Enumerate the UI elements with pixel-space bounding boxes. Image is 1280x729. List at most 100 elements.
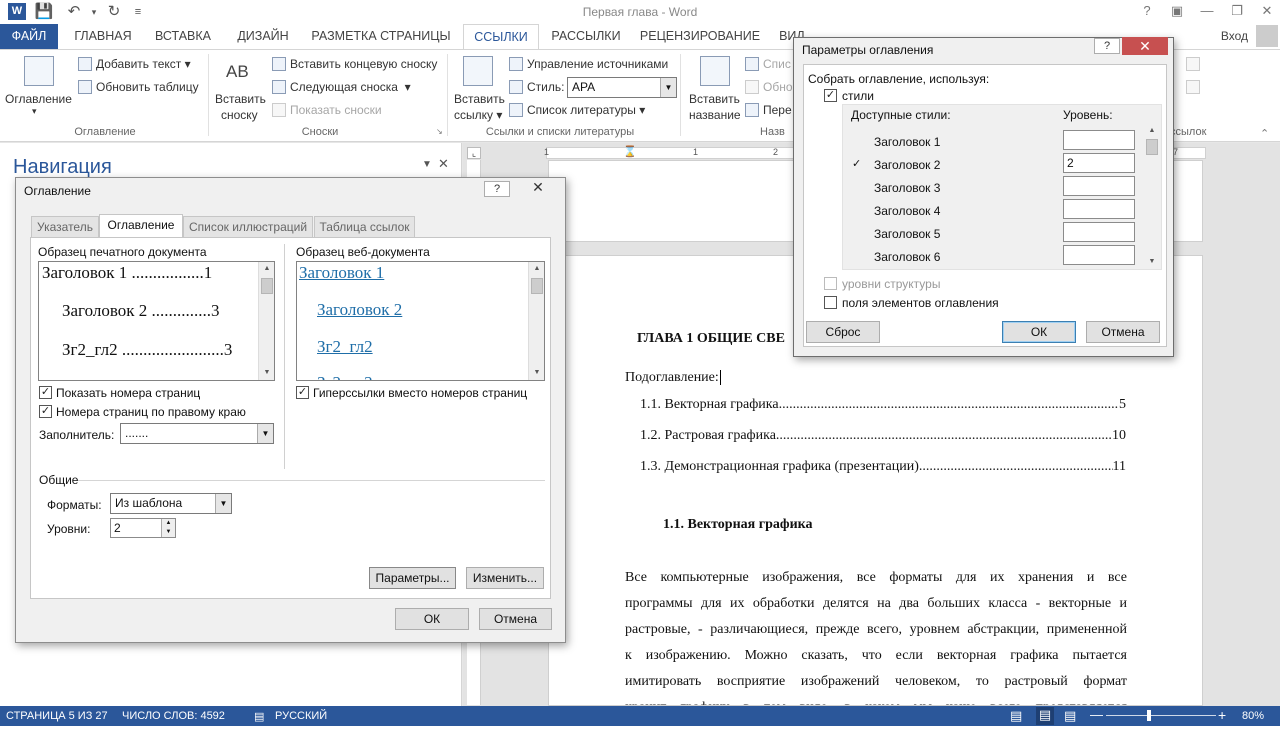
tab-mailings[interactable]: РАССЫЛКИ bbox=[546, 24, 626, 49]
zoom-out-icon[interactable]: — bbox=[1090, 707, 1103, 722]
styles-scrollbar[interactable]: ▲ ▼ bbox=[1144, 124, 1160, 269]
scroll-down-icon[interactable]: ▼ bbox=[529, 366, 544, 380]
insert-caption-button[interactable]: Вставить bbox=[689, 92, 740, 106]
index-icon[interactable] bbox=[1186, 57, 1204, 71]
print-layout-icon[interactable]: ▤ bbox=[1036, 707, 1054, 725]
restore-icon[interactable]: ❐ bbox=[1222, 0, 1252, 22]
nav-close-icon[interactable]: ✕ bbox=[438, 156, 449, 172]
toc-entry[interactable]: 1.1. Векторная графика5 bbox=[640, 397, 1126, 413]
table-entry-fields-checkbox[interactable] bbox=[824, 296, 837, 309]
style-level-input[interactable]: 2 bbox=[1063, 153, 1135, 173]
word-count[interactable]: ЧИСЛО СЛОВ: 4592 bbox=[122, 710, 225, 722]
tab-selector-icon[interactable]: ⌞ bbox=[467, 147, 481, 159]
close-icon[interactable]: ✕ bbox=[1122, 37, 1168, 55]
cancel-button[interactable]: Отмена bbox=[479, 608, 552, 630]
toc-dropdown-icon[interactable]: ▾ bbox=[32, 106, 37, 117]
insert-footnote-button-line2[interactable]: сноску bbox=[221, 108, 258, 122]
ribbon-display-options-icon[interactable]: ▣ bbox=[1162, 0, 1192, 22]
scroll-thumb[interactable] bbox=[531, 278, 543, 294]
cross-reference-button[interactable]: Пере bbox=[745, 103, 792, 117]
insert-footnote-button[interactable]: Вставить bbox=[215, 92, 266, 106]
update-table-button[interactable]: Обновить таблицу bbox=[78, 80, 199, 94]
tab-authorities[interactable]: Таблица ссылок bbox=[314, 216, 415, 237]
minimize-icon[interactable]: — bbox=[1192, 0, 1222, 22]
scroll-down-icon[interactable]: ▼ bbox=[1144, 255, 1160, 269]
style-level-input[interactable] bbox=[1063, 222, 1135, 242]
show-notes-button[interactable]: Показать сноски bbox=[272, 103, 382, 117]
outline-levels-checkbox[interactable] bbox=[824, 277, 837, 290]
manage-sources-button[interactable]: Управление источниками bbox=[509, 57, 668, 71]
help-button[interactable]: ? bbox=[484, 181, 510, 197]
zoom-slider-thumb[interactable] bbox=[1147, 710, 1151, 721]
close-icon[interactable]: ✕ bbox=[516, 178, 560, 198]
scroll-down-icon[interactable]: ▼ bbox=[259, 366, 274, 380]
help-button[interactable]: ? bbox=[1094, 38, 1120, 54]
use-hyperlinks-checkbox[interactable]: ✓ bbox=[296, 386, 309, 399]
insert-citation-button[interactable]: Вставить bbox=[454, 92, 505, 106]
update-figures-button[interactable]: Обно bbox=[745, 80, 793, 94]
style-select[interactable]: APA ▼ bbox=[567, 77, 677, 98]
bibliography-button[interactable]: Список литературы ▾ bbox=[509, 103, 645, 117]
levels-spinner[interactable]: 2 ▲ ▼ bbox=[110, 518, 176, 538]
scroll-thumb[interactable] bbox=[261, 278, 273, 294]
scroll-up-icon[interactable]: ▲ bbox=[259, 262, 274, 276]
ok-button[interactable]: ОК bbox=[1002, 321, 1076, 343]
collapse-ribbon-icon[interactable]: ⌃ bbox=[1260, 127, 1269, 140]
tab-layout[interactable]: РАЗМЕТКА СТРАНИЦЫ bbox=[306, 24, 456, 49]
scroll-up-icon[interactable]: ▲ bbox=[529, 262, 544, 276]
insert-citation-button-line2[interactable]: ссылку ▾ bbox=[454, 108, 502, 122]
web-preview-scrollbar[interactable]: ▲ ▼ bbox=[528, 262, 544, 380]
spin-up-icon[interactable]: ▲ bbox=[161, 519, 175, 528]
read-mode-icon[interactable]: ▤ bbox=[1010, 708, 1022, 724]
tab-references[interactable]: ССЫЛКИ bbox=[463, 24, 539, 50]
tab-review[interactable]: РЕЦЕНЗИРОВАНИЕ bbox=[636, 24, 764, 49]
right-align-checkbox[interactable]: ✓ bbox=[39, 405, 52, 418]
zoom-slider[interactable] bbox=[1106, 715, 1216, 716]
insert-table-of-figures-button[interactable]: Спис bbox=[745, 57, 791, 71]
nav-options-icon[interactable]: ▼ bbox=[422, 159, 432, 170]
footnotes-dialog-launcher-icon[interactable]: ↘ bbox=[436, 127, 443, 136]
zoom-in-icon[interactable]: + bbox=[1218, 707, 1226, 723]
show-page-numbers-checkbox[interactable]: ✓ bbox=[39, 386, 52, 399]
tab-leader-select[interactable]: ....... ▼ bbox=[120, 423, 274, 444]
options-button[interactable]: Параметры... bbox=[369, 567, 456, 589]
help-icon[interactable]: ? bbox=[1132, 0, 1162, 22]
insert-caption-button-line2[interactable]: название bbox=[689, 108, 741, 122]
print-preview-scrollbar[interactable]: ▲ ▼ bbox=[258, 262, 274, 380]
indent-marker-icon[interactable]: ⌛ bbox=[623, 145, 637, 158]
reset-button[interactable]: Сброс bbox=[806, 321, 880, 343]
page-count[interactable]: СТРАНИЦА 5 ИЗ 27 bbox=[6, 710, 108, 722]
tab-design[interactable]: ДИЗАЙН bbox=[228, 24, 298, 49]
toc-entry[interactable]: 1.3. Демонстрационная графика (презентац… bbox=[640, 459, 1126, 475]
style-level-input[interactable] bbox=[1063, 130, 1135, 150]
tab-file[interactable]: ФАЙЛ bbox=[0, 24, 58, 49]
scroll-thumb[interactable] bbox=[1146, 139, 1158, 155]
tab-index[interactable]: Указатель bbox=[31, 216, 99, 237]
web-layout-icon[interactable]: ▤ bbox=[1064, 708, 1076, 724]
spin-down-icon[interactable]: ▼ bbox=[161, 528, 175, 537]
modify-button[interactable]: Изменить... bbox=[466, 567, 544, 589]
scroll-up-icon[interactable]: ▲ bbox=[1144, 124, 1160, 138]
mark-citation-icon[interactable] bbox=[1186, 80, 1204, 94]
tab-home[interactable]: ГЛАВНАЯ bbox=[66, 24, 140, 49]
add-text-button[interactable]: Добавить текст ▾ bbox=[78, 57, 191, 71]
avatar[interactable] bbox=[1256, 25, 1278, 47]
style-level-input[interactable] bbox=[1063, 176, 1135, 196]
next-footnote-button[interactable]: Следующая сноска ▾ bbox=[272, 80, 411, 94]
language[interactable]: РУССКИЙ bbox=[275, 710, 327, 722]
sign-in-link[interactable]: Вход bbox=[1221, 29, 1248, 43]
close-window-icon[interactable]: ✕ bbox=[1252, 0, 1280, 22]
insert-endnote-button[interactable]: Вставить концевую сноску bbox=[272, 57, 437, 71]
style-level-input[interactable] bbox=[1063, 199, 1135, 219]
toc-button[interactable]: Оглавление bbox=[5, 92, 72, 106]
styles-checkbox[interactable]: ✓ bbox=[824, 89, 837, 102]
proofing-icon[interactable]: ▤ bbox=[254, 710, 264, 723]
ok-button[interactable]: ОК bbox=[395, 608, 469, 630]
tab-insert[interactable]: ВСТАВКА bbox=[148, 24, 218, 49]
tab-figures[interactable]: Список иллюстраций bbox=[183, 216, 313, 237]
tab-toc[interactable]: Оглавление bbox=[99, 214, 183, 237]
toc-entry[interactable]: 1.2. Растровая графика10 bbox=[640, 428, 1126, 444]
cancel-button[interactable]: Отмена bbox=[1086, 321, 1160, 343]
style-level-input[interactable] bbox=[1063, 245, 1135, 265]
formats-select[interactable]: Из шаблона ▼ bbox=[110, 493, 232, 514]
